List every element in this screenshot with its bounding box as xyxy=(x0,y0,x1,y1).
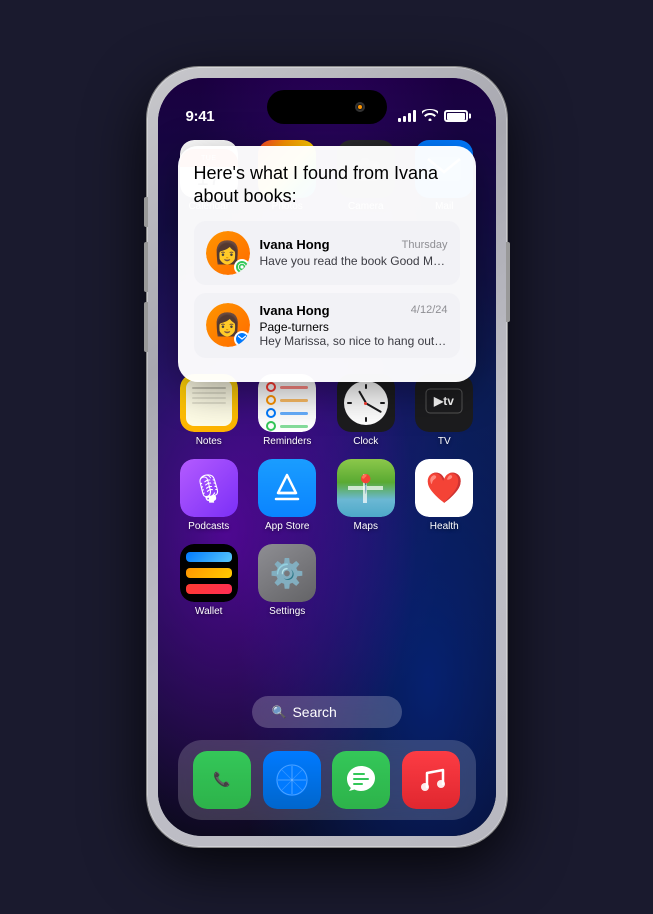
podcasts-label: Podcasts xyxy=(188,521,229,532)
search-bar[interactable]: 🔍 Search xyxy=(252,696,402,728)
sender-name-2: Ivana Hong xyxy=(260,303,330,318)
message-preview-1: Have you read the book Good Material yet… xyxy=(260,254,448,268)
wallet-icon[interactable] xyxy=(180,544,238,602)
signal-icon xyxy=(398,110,416,122)
app-podcasts[interactable]: 🎙 Podcasts xyxy=(175,459,243,532)
clock-label: Clock xyxy=(353,436,378,447)
dock-music[interactable] xyxy=(397,751,465,809)
volume-up-button[interactable] xyxy=(144,242,148,292)
reminders-label: Reminders xyxy=(263,436,311,447)
tv-icon[interactable]: ▶tv xyxy=(415,374,473,432)
appstore-label: App Store xyxy=(265,521,309,532)
siri-message-2[interactable]: 👩 Ivana Hong 4/12/24 Page-turners Hey Ma… xyxy=(194,293,460,358)
search-label: Search xyxy=(292,704,336,720)
health-icon[interactable]: ❤️ xyxy=(415,459,473,517)
app-appstore[interactable]: App Store xyxy=(253,459,321,532)
siri-card: Here's what I found from Ivanaabout book… xyxy=(178,146,476,382)
search-icon: 🔍 xyxy=(272,705,287,719)
safari-icon[interactable] xyxy=(263,751,321,809)
camera-indicator xyxy=(355,102,365,112)
tv-label: TV xyxy=(438,436,451,447)
reminders-icon[interactable] xyxy=(258,374,316,432)
battery-icon xyxy=(444,110,468,122)
settings-icon[interactable]: ⚙️ xyxy=(258,544,316,602)
gear-icon: ⚙️ xyxy=(270,557,305,590)
phone-screen: 9:41 Here's what I f xyxy=(158,78,496,836)
avatar-2: 👩 xyxy=(206,303,250,347)
volume-down-button[interactable] xyxy=(144,302,148,352)
svg-text:📞: 📞 xyxy=(214,770,232,788)
settings-label: Settings xyxy=(269,606,305,617)
mute-button[interactable] xyxy=(144,197,148,227)
dock-messages[interactable] xyxy=(327,751,395,809)
app-maps[interactable]: 📍 Maps xyxy=(332,459,400,532)
message-subject-2: Page-turners xyxy=(260,320,448,334)
status-time: 9:41 xyxy=(186,108,215,125)
message-date-1: Thursday xyxy=(402,239,448,251)
app-tv[interactable]: ▶tv TV xyxy=(410,374,478,447)
notes-label: Notes xyxy=(196,436,222,447)
dock: 📞 xyxy=(178,740,476,820)
avatar-1: 👩 xyxy=(206,231,250,275)
app-row-3: Wallet ⚙️ Settings xyxy=(170,538,484,623)
app-clock[interactable]: Clock xyxy=(332,374,400,447)
maps-label: Maps xyxy=(354,521,378,532)
svg-text:▶tv: ▶tv xyxy=(433,394,454,408)
message-preview-2: Hey Marissa, so nice to hang out t… xyxy=(260,334,448,348)
dock-phone[interactable]: 📞 xyxy=(188,751,256,809)
messages-badge xyxy=(234,259,250,275)
app-empty-1 xyxy=(332,544,400,602)
clock-icon[interactable] xyxy=(337,374,395,432)
podcasts-icon[interactable]: 🎙 xyxy=(180,459,238,517)
messages-icon[interactable] xyxy=(332,751,390,809)
dock-safari[interactable] xyxy=(258,751,326,809)
music-icon[interactable] xyxy=(402,751,460,809)
app-empty-2 xyxy=(410,544,478,602)
wallet-label: Wallet xyxy=(195,606,222,617)
mail-badge xyxy=(234,331,250,347)
message-content-1: Ivana Hong Thursday Have you read the bo… xyxy=(260,237,448,268)
dynamic-island xyxy=(267,90,387,124)
maps-icon[interactable]: 📍 xyxy=(337,459,395,517)
app-health[interactable]: ❤️ Health xyxy=(410,459,478,532)
siri-title: Here's what I found from Ivanaabout book… xyxy=(194,162,460,209)
app-grid: Notes xyxy=(158,368,496,623)
phone-icon[interactable]: 📞 xyxy=(193,751,251,809)
notes-icon[interactable] xyxy=(180,374,238,432)
siri-message-1[interactable]: 👩 Ivana Hong Thursday Have you read the … xyxy=(194,221,460,285)
app-wallet[interactable]: Wallet xyxy=(175,544,243,617)
app-reminders[interactable]: Reminders xyxy=(253,374,321,447)
health-label: Health xyxy=(430,521,459,532)
app-notes[interactable]: Notes xyxy=(175,374,243,447)
appstore-icon[interactable] xyxy=(258,459,316,517)
power-button[interactable] xyxy=(506,242,510,322)
app-settings[interactable]: ⚙️ Settings xyxy=(253,544,321,617)
app-row-2: 🎙 Podcasts App Store xyxy=(170,453,484,538)
message-content-2: Ivana Hong 4/12/24 Page-turners Hey Mari… xyxy=(260,303,448,348)
status-icons xyxy=(398,108,468,124)
health-heart-icon: ❤️ xyxy=(426,471,463,506)
message-date-2: 4/12/24 xyxy=(411,304,448,316)
sender-name-1: Ivana Hong xyxy=(260,237,330,252)
wifi-icon xyxy=(422,108,438,124)
phone-frame: 9:41 Here's what I f xyxy=(147,67,507,847)
